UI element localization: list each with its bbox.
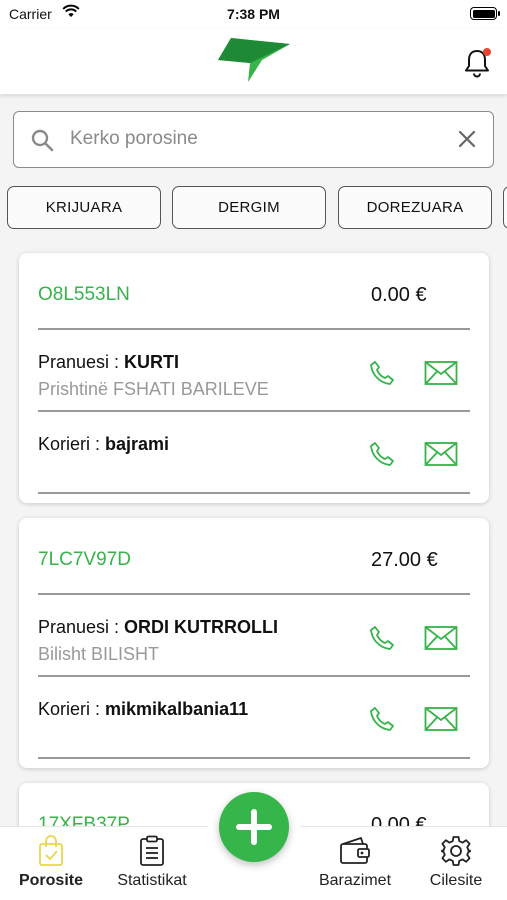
tab-porosite[interactable]: Porosite (0, 827, 106, 900)
tab-label: Barazimet (318, 872, 392, 889)
top-navbar (0, 28, 507, 94)
order-card[interactable]: 7LC7V97D 27.00 € Pranuesi : ORDI KUTRROL… (19, 518, 489, 768)
search-input[interactable] (70, 112, 450, 166)
courier-row: Korieri : bajrami (38, 434, 169, 455)
filter-dorezuara[interactable]: DOREZUARA (338, 186, 492, 229)
divider (38, 492, 470, 494)
order-code: 7LC7V97D (38, 549, 131, 570)
order-amount: 27.00 € (371, 549, 438, 571)
divider (38, 593, 470, 595)
recipient-row: Pranuesi : KURTI (38, 352, 179, 373)
wallet-icon (340, 837, 370, 864)
tab-label: Porosite (18, 872, 83, 889)
divider (38, 410, 470, 412)
filter-krijuara[interactable]: KRIJUARA (7, 186, 161, 229)
tab-barazimet[interactable]: Barazimet (300, 827, 410, 900)
filter-next[interactable] (503, 186, 507, 229)
phone-icon[interactable] (369, 441, 395, 467)
divider (38, 328, 470, 330)
recipient-address: Prishtinë FSHATI BARILEVE (38, 379, 269, 399)
bag-icon (39, 835, 63, 866)
recipient-address: Bilisht BILISHT (38, 644, 160, 664)
search-icon (31, 129, 54, 152)
phone-icon[interactable] (369, 706, 395, 732)
notification-badge (483, 48, 491, 56)
clock: 7:38 PM (227, 6, 280, 22)
add-order-button[interactable] (219, 792, 289, 862)
courier-name: bajrami (105, 434, 170, 454)
battery-icon (470, 7, 500, 20)
recipient-label: Pranuesi : (38, 352, 125, 372)
status-filter-bar: KRIJUARA DERGIM DOREZUARA (0, 186, 507, 230)
clipboard-icon (140, 835, 164, 866)
gear-icon (441, 836, 471, 866)
courier-row: Korieri : mikmikalbania11 (38, 699, 248, 720)
email-icon[interactable] (424, 625, 458, 651)
phone-icon[interactable] (369, 360, 395, 386)
email-icon[interactable] (424, 360, 458, 386)
recipient-name: KURTI (124, 352, 180, 372)
tab-cilesite[interactable]: Cilesite (401, 827, 507, 900)
recipient-row: Pranuesi : ORDI KUTRROLLI (38, 617, 278, 638)
order-code: O8L553LN (38, 284, 130, 305)
recipient-name: ORDI KUTRROLLI (124, 617, 279, 637)
order-amount: 0.00 € (371, 284, 427, 306)
courier-label: Korieri : (38, 434, 106, 454)
tab-label: Cilesite (429, 872, 483, 889)
search-bar (13, 111, 494, 168)
notifications-button[interactable] (460, 46, 494, 80)
divider (38, 675, 470, 677)
recipient-label: Pranuesi : (38, 617, 125, 637)
phone-icon[interactable] (369, 625, 395, 651)
clear-search-icon[interactable] (457, 129, 477, 149)
plus-icon (236, 809, 272, 845)
app-logo (218, 38, 290, 82)
status-bar: Carrier 7:38 PM (0, 0, 507, 28)
order-card[interactable]: O8L553LN 0.00 € Pranuesi : KURTI Prishti… (19, 253, 489, 503)
email-icon[interactable] (424, 441, 458, 467)
courier-label: Korieri : (38, 699, 106, 719)
courier-name: mikmikalbania11 (105, 699, 249, 719)
filter-dergim[interactable]: DERGIM (172, 186, 326, 229)
email-icon[interactable] (424, 706, 458, 732)
divider (38, 757, 470, 759)
tab-label: Statistikat (117, 872, 187, 889)
tab-statistikat[interactable]: Statistikat (97, 827, 207, 900)
